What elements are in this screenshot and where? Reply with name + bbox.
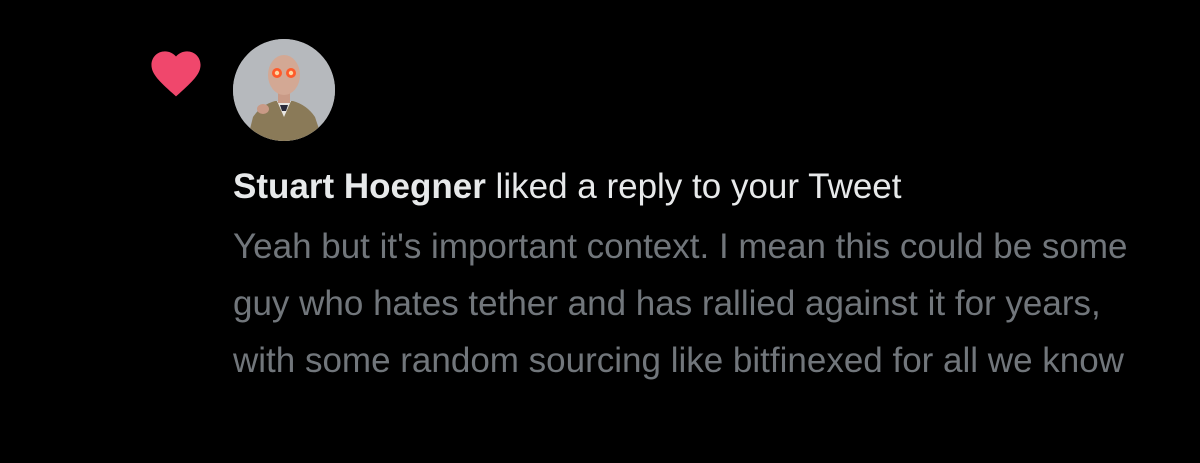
reply-text[interactable]: Yeah but it's important context. I mean …	[233, 218, 1133, 389]
heart-icon	[146, 44, 206, 98]
action-text: liked a reply to your Tweet	[495, 167, 902, 206]
like-notification[interactable]: Stuart Hoegner liked a reply to your Twe…	[0, 0, 1200, 463]
notification-content: Stuart Hoegner liked a reply to your Twe…	[233, 162, 1163, 389]
avatar[interactable]	[233, 39, 335, 141]
author-name[interactable]: Stuart Hoegner	[233, 167, 486, 206]
notification-headline: Stuart Hoegner liked a reply to your Twe…	[233, 162, 1163, 212]
